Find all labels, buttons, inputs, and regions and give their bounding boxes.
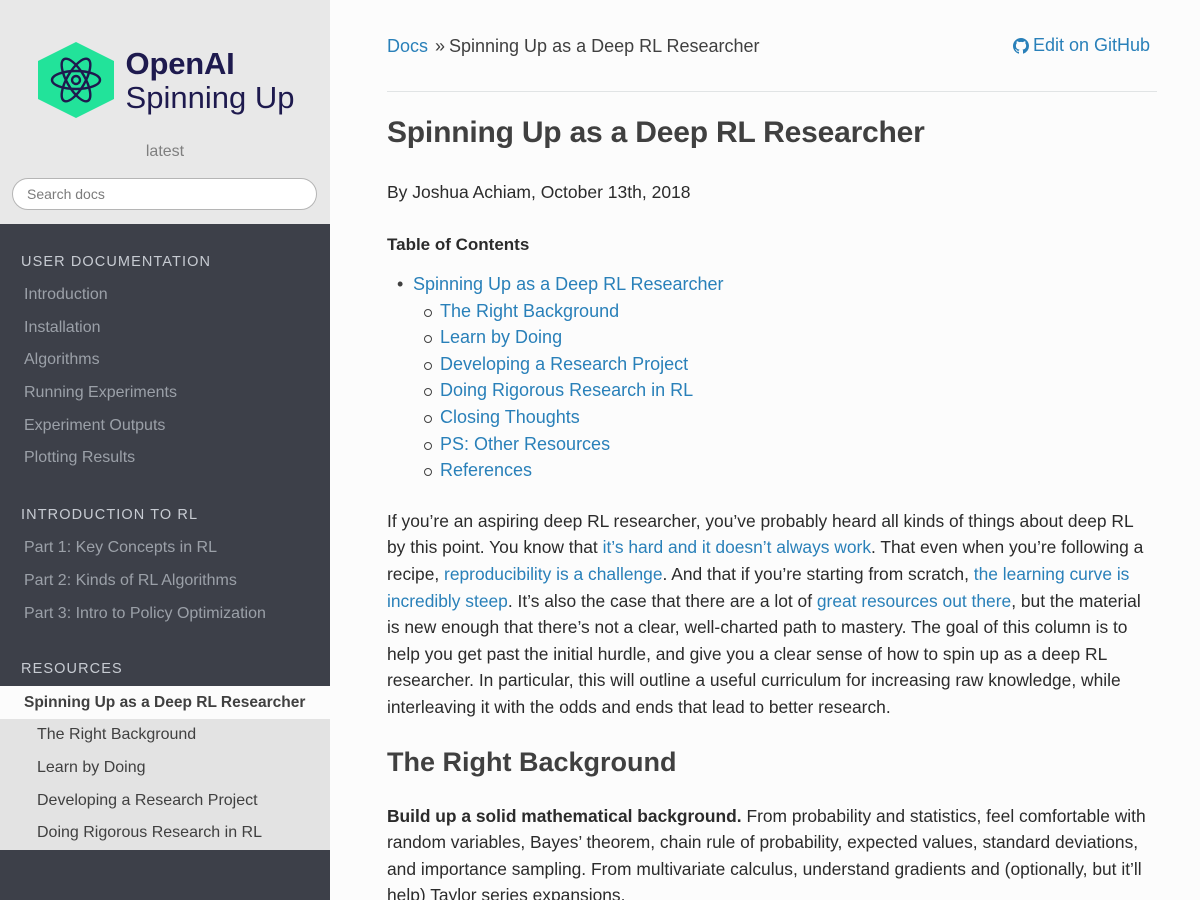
edit-on-github-label: Edit on GitHub xyxy=(1032,35,1150,55)
background-bold-lead: Build up a solid mathematical background… xyxy=(387,805,742,826)
sidebar: OpenAI Spinning Up latest USER DOCUMENTA… xyxy=(0,0,330,900)
sidebar-item-experiment-outputs[interactable]: Experiment Outputs xyxy=(0,410,330,443)
link-reproducibility[interactable]: reproducibility is a challenge xyxy=(444,564,662,584)
sidebar-subnav: The Right Background Learn by Doing Deve… xyxy=(0,719,330,850)
toc-link-research-project[interactable]: Developing a Research Project xyxy=(440,354,688,374)
breadcrumb-docs-link[interactable]: Docs xyxy=(387,36,428,57)
breadcrumb: Docs » Spinning Up as a Deep RL Research… xyxy=(387,0,1157,92)
logo-line-openai: OpenAI xyxy=(125,45,235,81)
logo-wordmark: OpenAI Spinning Up xyxy=(126,48,295,113)
toc-link-right-background[interactable]: The Right Background xyxy=(440,301,619,321)
sidebar-item-part-1[interactable]: Part 1: Key Concepts in RL xyxy=(0,532,330,565)
background-paragraph: Build up a solid mathematical background… xyxy=(387,803,1157,900)
page-title: Spinning Up as a Deep RL Researcher xyxy=(387,116,925,149)
version-label: latest xyxy=(145,143,185,160)
toc-item: The Right Background xyxy=(413,298,1157,325)
github-icon xyxy=(1012,37,1029,54)
sidebar-subitem-learn-by-doing[interactable]: Learn by Doing xyxy=(0,752,330,785)
toc-link-other-resources[interactable]: PS: Other Resources xyxy=(440,434,610,454)
sidebar-subitem-research-project[interactable]: Developing a Research Project xyxy=(0,785,330,818)
toc-item: PS: Other Resources xyxy=(413,431,1157,458)
sidebar-item-current-page[interactable]: Spinning Up as a Deep RL Researcher xyxy=(0,686,330,720)
sidebar-item-part-3[interactable]: Part 3: Intro to Policy Optimization xyxy=(0,598,330,631)
link-great-resources[interactable]: great resources out there xyxy=(817,591,1011,611)
sidebar-nav: USER DOCUMENTATION Introduction Installa… xyxy=(0,224,330,900)
breadcrumb-current: Spinning Up as a Deep RL Researcher xyxy=(449,36,760,56)
sidebar-subitem-rigorous-research[interactable]: Doing Rigorous Research in RL xyxy=(0,817,330,850)
sidebar-item-part-2[interactable]: Part 2: Kinds of RL Algorithms xyxy=(0,565,330,598)
toc-item: Developing a Research Project xyxy=(413,351,1157,378)
nav-caption-introduction-to-rl: INTRODUCTION TO RL xyxy=(21,507,199,524)
intro-paragraph: If you’re an aspiring deep RL researcher… xyxy=(387,508,1147,721)
sidebar-subitem-right-background[interactable]: The Right Background xyxy=(0,719,330,752)
link-hard-doesnt-work[interactable]: it’s hard and it doesn’t always work xyxy=(603,537,871,557)
toc-item: Spinning Up as a Deep RL Researcher The … xyxy=(387,271,1157,484)
toc-sublist: The Right Background Learn by Doing Deve… xyxy=(413,298,1157,484)
main-content: Docs » Spinning Up as a Deep RL Research… xyxy=(387,0,1157,900)
toc-item: References xyxy=(413,457,1157,484)
section-heading-right-background: The Right Background xyxy=(387,746,677,777)
nav-caption-user-documentation: USER DOCUMENTATION xyxy=(21,254,212,270)
intro-text-4: . It’s also the case that there are a lo… xyxy=(507,590,817,611)
toc-link-top[interactable]: Spinning Up as a Deep RL Researcher xyxy=(413,274,724,294)
sidebar-item-algorithms[interactable]: Algorithms xyxy=(0,344,330,377)
intro-text-3: . And that if you’re starting from scrat… xyxy=(662,563,974,584)
toc-title: Table of Contents xyxy=(387,235,530,254)
table-of-contents: Spinning Up as a Deep RL Researcher The … xyxy=(387,271,1157,484)
breadcrumb-separator: » xyxy=(435,36,446,56)
toc-item: Doing Rigorous Research in RL xyxy=(413,377,1157,404)
openai-logo-icon xyxy=(37,42,114,118)
search-input[interactable] xyxy=(12,178,317,210)
toc-link-closing-thoughts[interactable]: Closing Thoughts xyxy=(440,407,580,427)
toc-link-rigorous-research[interactable]: Doing Rigorous Research in RL xyxy=(440,380,693,400)
edit-on-github-link[interactable]: Edit on GitHub xyxy=(1012,35,1150,56)
search-form xyxy=(12,178,317,210)
nav-caption-resources: RESOURCES xyxy=(21,661,123,678)
sidebar-item-running-experiments[interactable]: Running Experiments xyxy=(0,377,330,410)
toc-item: Closing Thoughts xyxy=(413,404,1157,431)
logo-line-spinning-up: Spinning Up xyxy=(125,79,295,115)
sidebar-header: OpenAI Spinning Up latest xyxy=(0,0,330,224)
home-logo-link[interactable]: OpenAI Spinning Up xyxy=(0,40,330,120)
toc-item: Learn by Doing xyxy=(413,324,1157,351)
byline: By Joshua Achiam, October 13th, 2018 xyxy=(387,182,691,202)
toc-link-references[interactable]: References xyxy=(440,460,532,480)
toc-link-learn-by-doing[interactable]: Learn by Doing xyxy=(440,327,562,347)
sidebar-item-installation[interactable]: Installation xyxy=(0,312,330,345)
sidebar-item-plotting-results[interactable]: Plotting Results xyxy=(0,442,330,475)
sidebar-item-introduction[interactable]: Introduction xyxy=(0,279,330,312)
